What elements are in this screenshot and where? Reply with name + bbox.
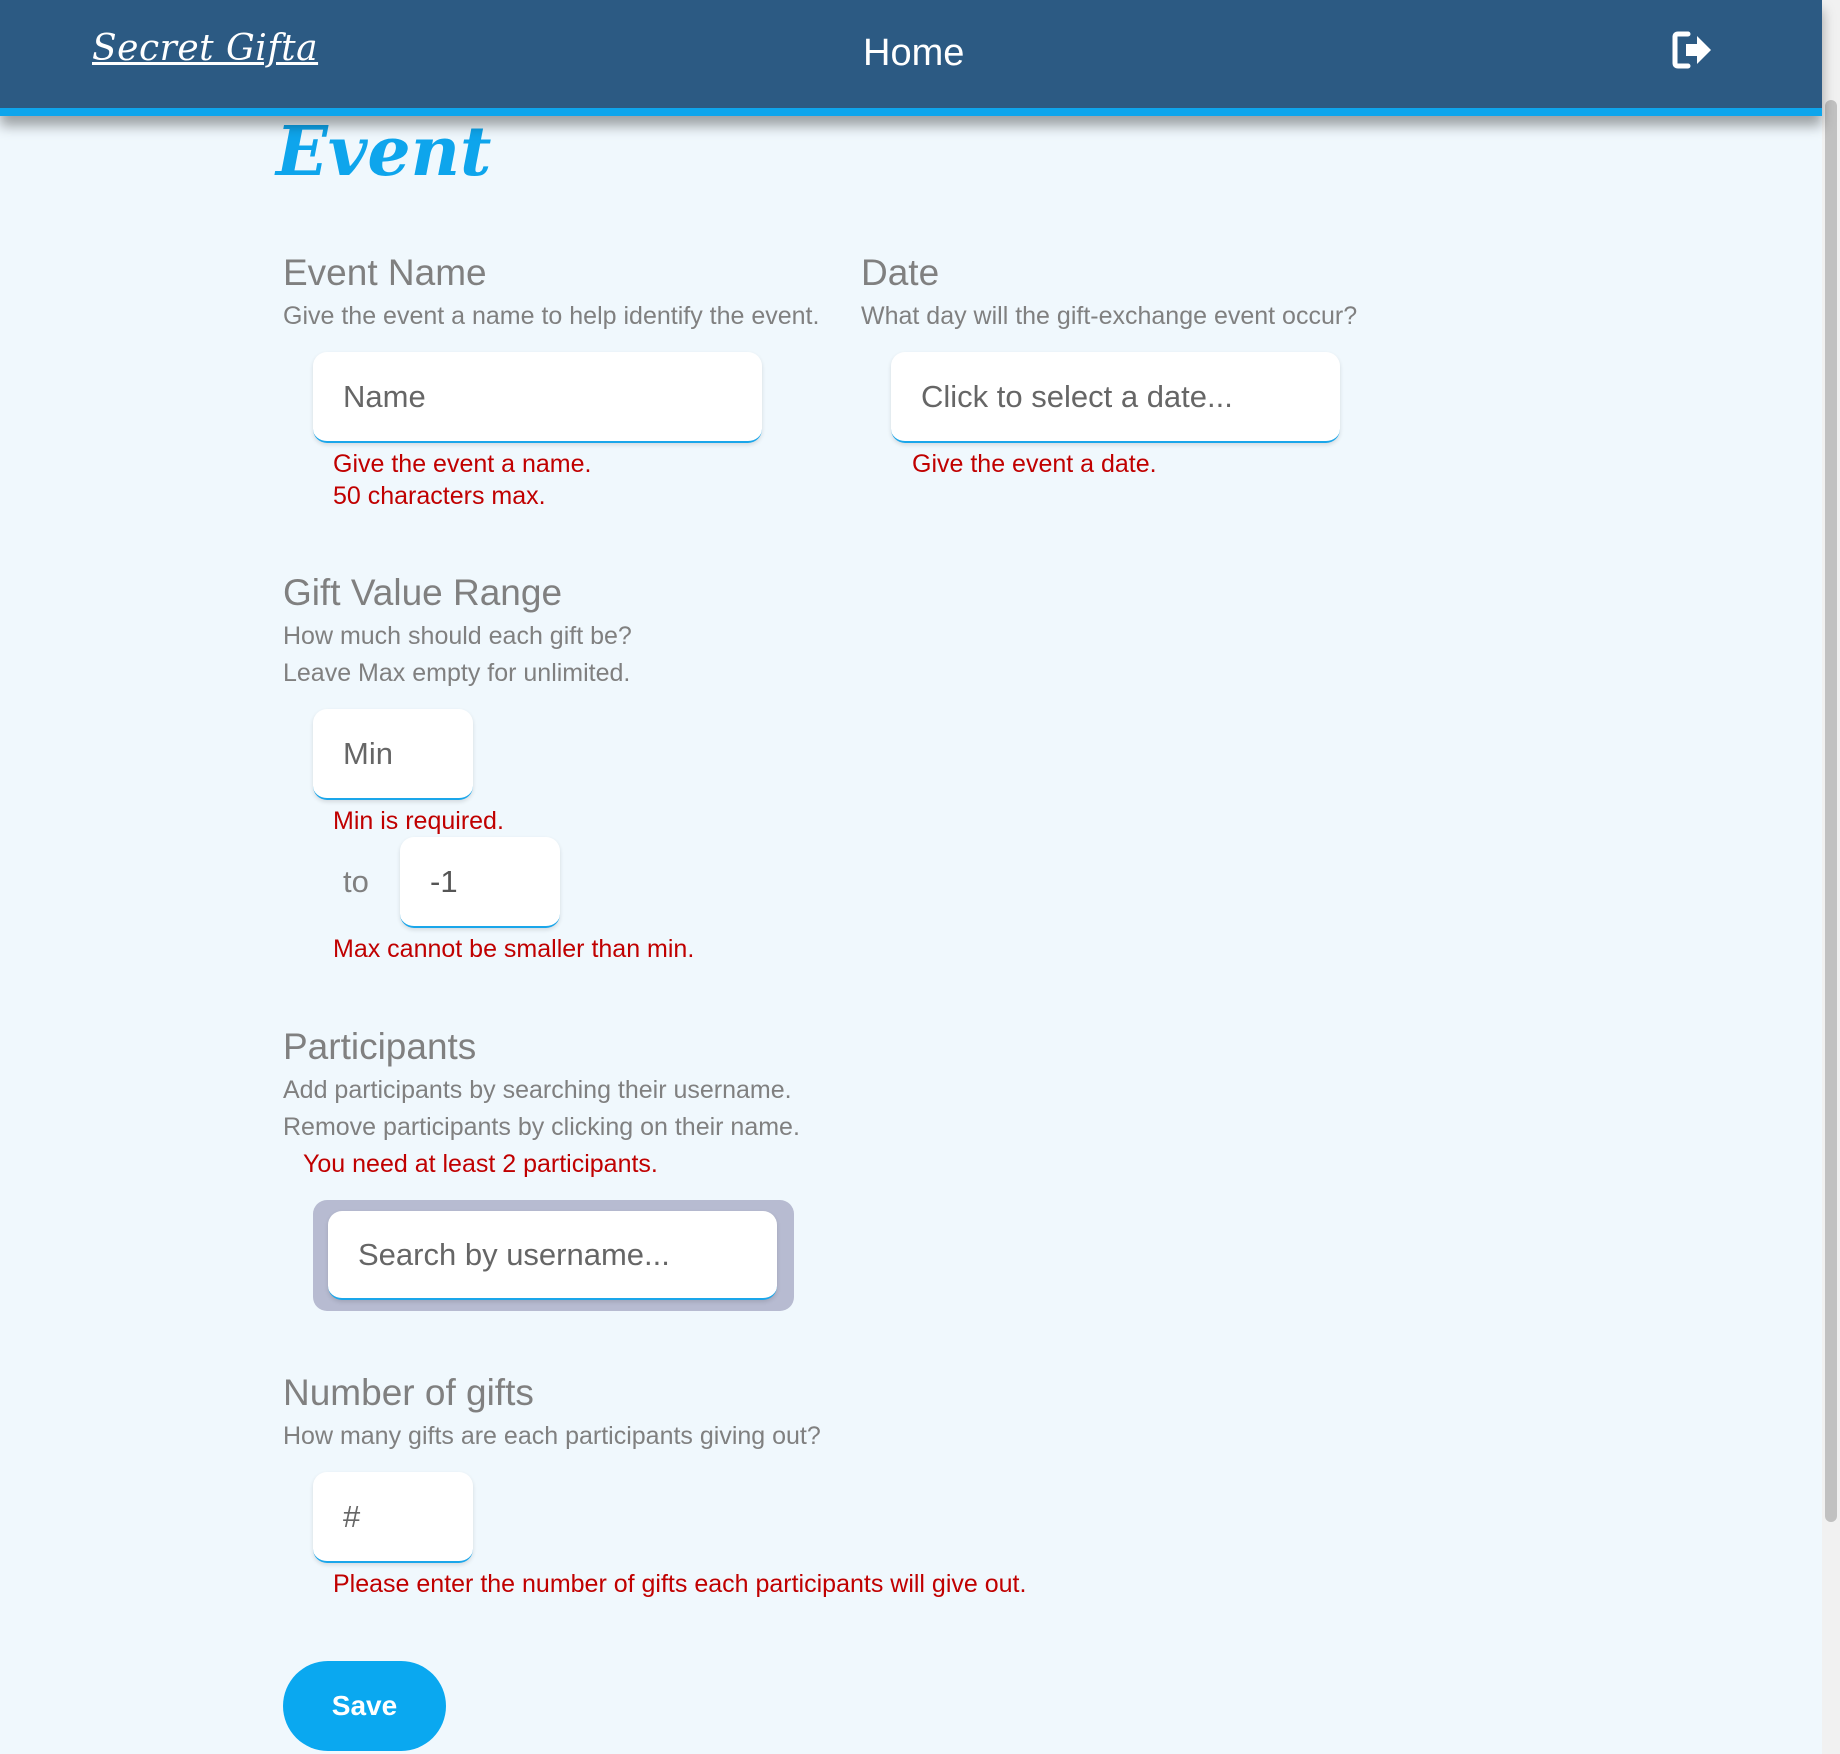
date-picker-input[interactable] <box>891 352 1340 443</box>
event-name-input[interactable] <box>313 352 762 443</box>
gift-max-input[interactable] <box>400 837 560 928</box>
top-navbar: Secret Gifta Home <box>0 0 1822 116</box>
event-name-error-length: 50 characters max. <box>333 482 546 510</box>
participants-error: You need at least 2 participants. <box>303 1150 658 1178</box>
event-name-label: Event Name <box>283 252 487 293</box>
range-to-label: to <box>343 864 369 899</box>
event-name-error-required: Give the event a name. <box>333 450 592 478</box>
sign-out-icon[interactable] <box>1672 30 1714 70</box>
brand-logo[interactable]: Secret Gifta <box>92 28 318 69</box>
participants-label: Participants <box>283 1026 477 1067</box>
participants-description-line1: Add participants by searching their user… <box>283 1076 792 1104</box>
gift-min-input[interactable] <box>313 709 473 800</box>
gifts-count-error: Please enter the number of gifts each pa… <box>333 1570 1027 1598</box>
gift-max-error: Max cannot be smaller than min. <box>333 935 695 963</box>
gift-value-label: Gift Value Range <box>283 572 563 613</box>
participant-search-input[interactable] <box>328 1211 777 1300</box>
page-title: Event <box>276 112 492 192</box>
date-label: Date <box>861 252 940 293</box>
gift-value-description-line1: How much should each gift be? <box>283 622 632 650</box>
date-description: What day will the gift-exchange event oc… <box>861 302 1358 330</box>
gifts-count-input[interactable] <box>313 1472 473 1563</box>
gifts-count-description: How many gifts are each participants giv… <box>283 1422 821 1450</box>
scrollbar-thumb[interactable] <box>1825 100 1837 1522</box>
page-scrollbar[interactable] <box>1822 0 1840 1754</box>
date-error: Give the event a date. <box>912 450 1157 478</box>
event-name-description: Give the event a name to help identify t… <box>283 302 820 330</box>
save-button[interactable]: Save <box>283 1661 446 1751</box>
gifts-count-label: Number of gifts <box>283 1372 534 1413</box>
participants-description-line2: Remove participants by clicking on their… <box>283 1113 800 1141</box>
gift-value-description-line2: Leave Max empty for unlimited. <box>283 659 631 687</box>
participant-search-container <box>313 1200 794 1311</box>
gift-min-error: Min is required. <box>333 807 504 835</box>
nav-home-link[interactable]: Home <box>863 32 964 75</box>
